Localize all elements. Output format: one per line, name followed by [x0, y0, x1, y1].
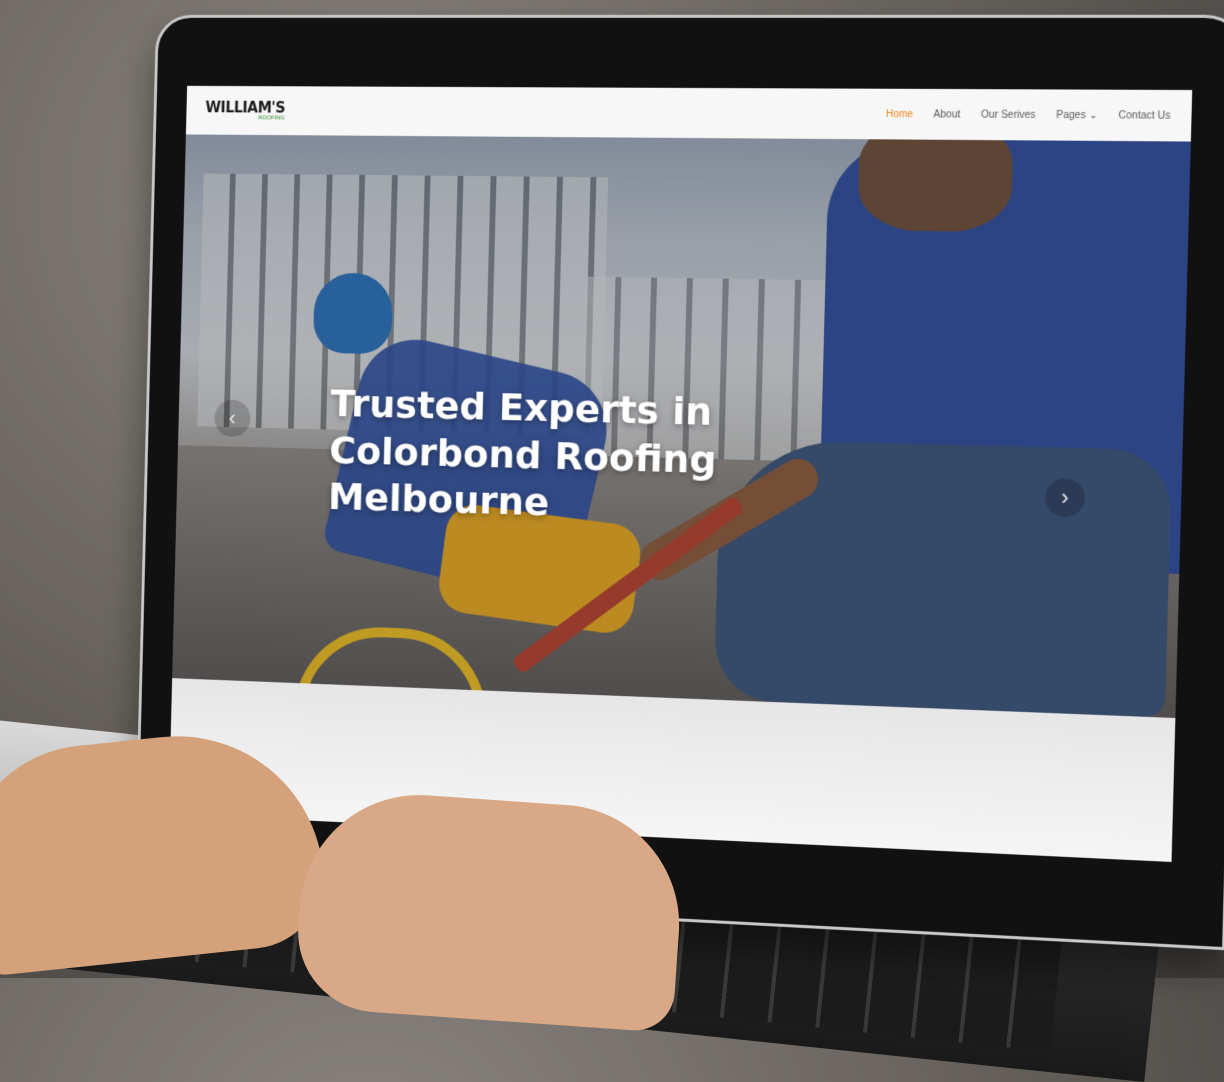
- chevron-left-icon: ‹: [228, 405, 237, 431]
- nav-contact-us[interactable]: Contact Us: [1118, 110, 1170, 122]
- chevron-right-icon: ›: [1060, 484, 1070, 511]
- site-header: WILLIAM'S ROOFING Home About Our Serives…: [185, 85, 1193, 142]
- nav-pages-label: Pages: [1056, 109, 1086, 121]
- logo[interactable]: WILLIAM'S ROOFING: [205, 98, 286, 121]
- nav-our-services[interactable]: Our Serives: [981, 109, 1036, 121]
- logo-subtext: ROOFING: [258, 114, 285, 121]
- browser-screen: WILLIAM'S ROOFING Home About Our Serives…: [168, 85, 1193, 862]
- hero-slider: Trusted Experts in Colorbond Roofing Mel…: [172, 134, 1191, 719]
- main-nav: Home About Our Serives Pages ⌄ Contact Us: [886, 108, 1171, 121]
- nav-about[interactable]: About: [933, 109, 960, 120]
- chevron-down-icon: ⌄: [1088, 109, 1098, 121]
- nav-pages[interactable]: Pages ⌄: [1056, 109, 1098, 120]
- hero-title: Trusted Experts in Colorbond Roofing Mel…: [327, 381, 718, 525]
- logo-text: WILLIAM'S: [205, 98, 286, 117]
- nav-home[interactable]: Home: [886, 108, 914, 119]
